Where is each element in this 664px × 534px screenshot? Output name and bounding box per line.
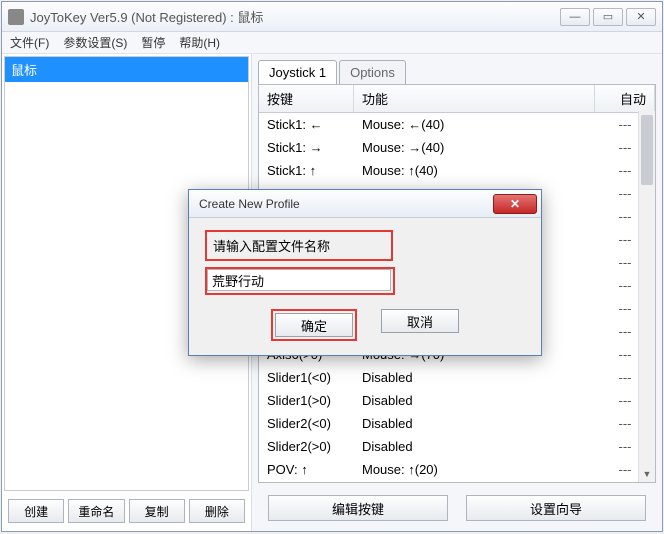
maximize-button[interactable]: ▭ (593, 8, 623, 26)
rename-button[interactable]: 重命名 (68, 499, 124, 523)
menu-settings[interactable]: 参数设置(S) (63, 34, 127, 51)
window-controls: — ▭ ✕ (557, 8, 656, 26)
dialog-close-button[interactable]: ✕ (493, 194, 537, 214)
cell-key: Stick1: ↑ (259, 161, 354, 180)
cell-func: Disabled (354, 414, 595, 433)
vertical-scrollbar[interactable]: ▲ ▼ (638, 111, 655, 482)
menubar: 文件(F) 参数设置(S) 暂停 帮助(H) (2, 32, 662, 54)
cell-key: Stick1: ← (259, 115, 354, 134)
col-auto[interactable]: 自动 (595, 85, 655, 112)
table-row[interactable]: Slider1(<0)Disabled--- (259, 366, 655, 389)
profile-item-selected[interactable]: 鼠标 (5, 57, 248, 82)
table-row[interactable]: POV: ↑Mouse: ↑(20)--- (259, 458, 655, 481)
scroll-down-icon[interactable]: ▼ (639, 465, 655, 482)
table-row[interactable]: Slider2(>0)Disabled--- (259, 435, 655, 458)
dialog-label: 请输入配置文件名称 (205, 230, 393, 261)
cell-func: Mouse: ←(40) (354, 115, 595, 134)
cell-key: Slider1(>0) (259, 391, 354, 410)
scroll-thumb[interactable] (641, 115, 653, 185)
dialog-buttons: 确定 取消 (205, 309, 525, 341)
cell-func: Mouse: ↑(20) (354, 460, 595, 479)
close-icon: ✕ (510, 197, 520, 211)
ok-button[interactable]: 确定 (275, 313, 353, 337)
bottom-buttons: 编辑按键 设置向导 (252, 487, 662, 531)
sidebar-buttons: 创建 重命名 复制 删除 (2, 493, 251, 531)
menu-pause[interactable]: 暂停 (141, 34, 165, 51)
table-row[interactable]: Stick1: ↑Mouse: ↑(40)--- (259, 159, 655, 182)
edit-keys-button[interactable]: 编辑按键 (268, 495, 448, 521)
dialog-title: Create New Profile (199, 197, 300, 211)
cancel-button[interactable]: 取消 (381, 309, 459, 333)
col-func[interactable]: 功能 (354, 85, 595, 112)
table-row[interactable]: Slider2(<0)Disabled--- (259, 412, 655, 435)
tab-joystick[interactable]: Joystick 1 (258, 60, 337, 84)
cell-key: Stick1: → (259, 138, 354, 157)
create-button[interactable]: 创建 (8, 499, 64, 523)
menu-help[interactable]: 帮助(H) (179, 34, 220, 51)
cell-func: Mouse: →(40) (354, 138, 595, 157)
minimize-button[interactable]: — (560, 8, 590, 26)
menu-file[interactable]: 文件(F) (10, 34, 49, 51)
table-header: 按键 功能 自动 (259, 85, 655, 113)
dialog-body: 请输入配置文件名称 确定 取消 (189, 218, 541, 355)
table-row[interactable]: Slider1(>0)Disabled--- (259, 389, 655, 412)
col-key[interactable]: 按键 (259, 85, 354, 112)
titlebar: JoyToKey Ver5.9 (Not Registered) : 鼠标 — … (2, 2, 662, 32)
cell-func: Disabled (354, 368, 595, 387)
tab-bar: Joystick 1 Options (252, 54, 662, 84)
create-profile-dialog: Create New Profile ✕ 请输入配置文件名称 确定 取消 (188, 189, 542, 356)
cell-key: Slider2(>0) (259, 437, 354, 456)
ok-highlight: 确定 (271, 309, 357, 341)
app-icon (8, 9, 24, 25)
cell-key: POV: ↑ (259, 460, 354, 479)
cell-func: Mouse: ↑(40) (354, 161, 595, 180)
delete-button[interactable]: 删除 (189, 499, 245, 523)
dialog-input-highlight (205, 267, 395, 295)
window-title: JoyToKey Ver5.9 (Not Registered) : 鼠标 (30, 7, 557, 26)
cell-key: Slider1(<0) (259, 368, 354, 387)
table-row[interactable]: Stick1: →Mouse: →(40)--- (259, 136, 655, 159)
close-button[interactable]: ✕ (626, 8, 656, 26)
cell-func: Disabled (354, 391, 595, 410)
setup-wizard-button[interactable]: 设置向导 (466, 495, 646, 521)
tab-options[interactable]: Options (339, 60, 406, 84)
table-row[interactable]: Stick1: ←Mouse: ←(40)--- (259, 113, 655, 136)
dialog-titlebar: Create New Profile ✕ (189, 190, 541, 218)
profile-name-input[interactable] (207, 269, 391, 291)
cell-key: Slider2(<0) (259, 414, 354, 433)
cell-func: Disabled (354, 437, 595, 456)
copy-button[interactable]: 复制 (129, 499, 185, 523)
